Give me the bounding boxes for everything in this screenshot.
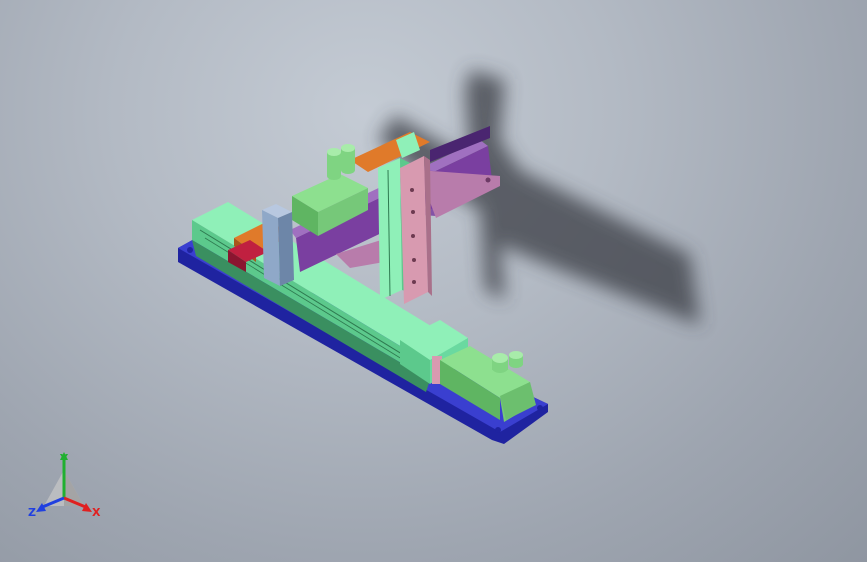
z-axis-label: Z <box>28 506 36 519</box>
x-axis-label: X <box>92 506 101 519</box>
blue-carriage-block[interactable] <box>262 204 294 286</box>
y-axis-label: Y <box>59 452 69 465</box>
graphics-viewport[interactable]: Y X Z <box>0 0 867 562</box>
coordinate-triad: Y X Z <box>28 452 101 519</box>
pink-vertical-slide[interactable] <box>400 156 432 304</box>
cad-assembly-model[interactable] <box>0 0 867 562</box>
